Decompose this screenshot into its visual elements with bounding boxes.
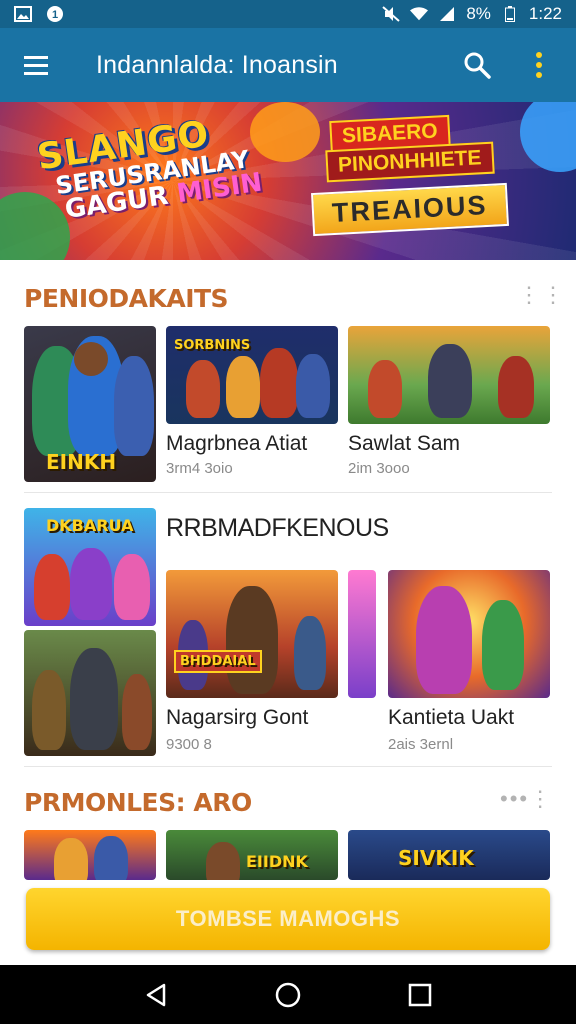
section3-card1-image[interactable] (24, 830, 156, 880)
character-figure (32, 670, 66, 750)
character-figure (294, 616, 326, 690)
section1-card1-image[interactable]: EINKH (24, 326, 156, 482)
section3-more-icon[interactable]: •••⋮ (500, 786, 553, 812)
section1-more-icon[interactable]: ⋮⋮ (518, 282, 566, 308)
section2-card1-badge: DKBARUA (46, 516, 134, 535)
section3-card3-badge: SIVKIK (398, 846, 474, 870)
character-figure (368, 360, 402, 418)
search-icon[interactable] (462, 50, 492, 80)
section3-card3-image[interactable]: SIVKIK (348, 830, 550, 880)
character-figure (226, 586, 278, 694)
app-title: Indannlalda: Inoansin (96, 50, 338, 79)
section1-card3-title[interactable]: Sawlat Sam (348, 432, 460, 456)
character-figure (482, 600, 524, 690)
signal-icon (438, 6, 456, 22)
section2-card4-image[interactable] (388, 570, 550, 698)
section2-card4-title[interactable]: Kantieta Uakt (388, 706, 514, 730)
section3-title: PRMONLES: ARO (24, 788, 252, 817)
character-figure (94, 836, 128, 880)
section1-card2-meta: 3rm4 3oio (166, 460, 233, 477)
clock: 1:22 (528, 4, 562, 23)
character-figure (260, 348, 298, 418)
character-figure (122, 674, 152, 750)
battery-percent: 8% (466, 4, 491, 23)
battery-icon (501, 6, 519, 22)
character-figure (70, 548, 112, 620)
section1-card2-image[interactable]: SORBNINS (166, 326, 338, 424)
hero-banner[interactable]: SLANGO SERUSRANLAY GAGUR MISIN (0, 102, 576, 260)
section3-card2-badge: EIIDNK (246, 852, 308, 871)
character-figure (186, 360, 220, 418)
character-figure (416, 586, 472, 694)
section-divider (24, 492, 552, 493)
svg-text:1: 1 (52, 9, 58, 21)
section1-card2-title[interactable]: Magrbnea Atiat (166, 432, 307, 456)
character-head (74, 342, 108, 376)
app-bar: Indannlalda: Inoansin (0, 28, 576, 102)
section2-card1-image[interactable]: DKBARUA (24, 508, 156, 626)
home-icon[interactable] (270, 977, 306, 1013)
character-figure (206, 842, 240, 880)
content-sheet: PENIODAKAITS ⋮⋮ EINKH SORBNINS Magrbnea … (0, 260, 576, 880)
section2-card3-meta: 9300 8 (166, 736, 212, 753)
recents-icon[interactable] (402, 977, 438, 1013)
status-bar: 1 8% 1:22 (0, 0, 576, 28)
primary-cta-button[interactable]: TOMBSE MAMOGHS (26, 888, 550, 950)
character-figure (70, 648, 118, 750)
character-figure (296, 354, 330, 418)
notification-1-icon: 1 (46, 6, 64, 22)
character-figure (34, 554, 70, 620)
section3-card2-image[interactable]: EIIDNK (166, 830, 338, 880)
character-figure (226, 356, 260, 418)
hero-decoration (250, 102, 320, 162)
system-nav-bar (0, 965, 576, 1024)
menu-icon[interactable] (22, 50, 52, 80)
character-figure (498, 356, 534, 418)
gallery-icon (14, 6, 32, 22)
section2-card-partial-image[interactable] (348, 570, 376, 698)
section2-card3-image[interactable]: BHDDAIAL (166, 570, 338, 698)
character-figure (114, 356, 154, 456)
section1-card2-badge: SORBNINS (174, 338, 251, 353)
character-figure (54, 838, 88, 880)
app-screen: 1 8% 1:22 Indannlalda: Inoansin SLANGO S… (0, 0, 576, 1024)
back-icon[interactable] (138, 977, 174, 1013)
section2-card2-image[interactable] (24, 630, 156, 756)
section2-title: RRBMADFKENOUS (166, 514, 389, 542)
bottom-action-area: TOMBSE MAMOGHS (0, 880, 576, 965)
section2-card3-title[interactable]: Nagarsirg Gont (166, 706, 308, 730)
section2-card4-meta: 2ais 3ernl (388, 736, 454, 753)
section-divider (24, 766, 552, 767)
wifi-icon (410, 6, 429, 22)
section1-card3-meta: 2im 3ooo (348, 460, 410, 477)
section1-card1-badge: EINKH (46, 450, 117, 474)
section1-card3-image[interactable] (348, 326, 550, 424)
character-figure (428, 344, 472, 418)
mute-icon (382, 6, 400, 22)
overflow-menu-icon[interactable] (524, 50, 554, 80)
section2-card3-badge: BHDDAIAL (174, 650, 262, 673)
section1-title: PENIODAKAITS (24, 284, 229, 313)
character-figure (114, 554, 150, 620)
